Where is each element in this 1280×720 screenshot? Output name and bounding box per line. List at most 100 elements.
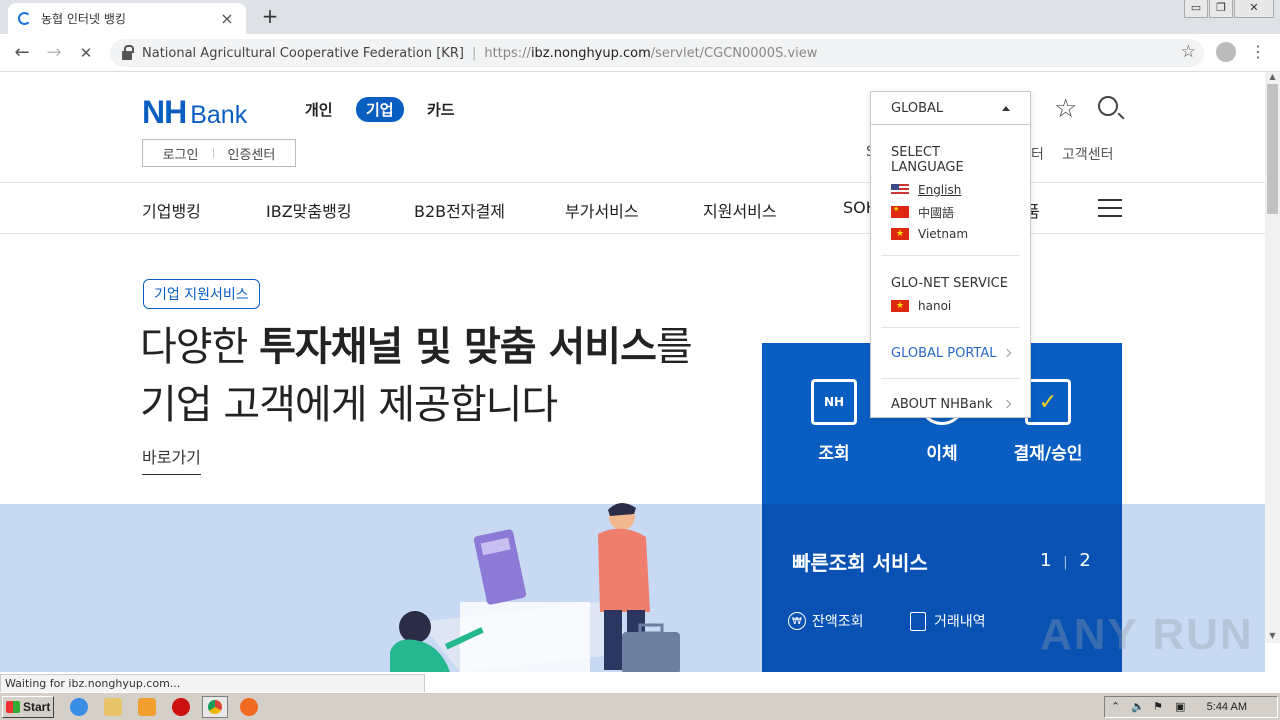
window-close-button[interactable]: ✕ (1234, 0, 1274, 18)
document-icon (910, 611, 926, 631)
hero-headline: 다양한 투자채널 및 맞춤 서비스를 기업 고객에게 제공합니다 (140, 318, 693, 434)
global-label: GLOBAL (891, 100, 944, 116)
browser-tab[interactable]: 농협 인터넷 뱅킹 × (8, 3, 246, 34)
address-bar[interactable]: National Agricultural Cooperative Federa… (110, 39, 1204, 67)
man-leg-left (604, 610, 622, 670)
transaction-history-link[interactable]: 거래내역 (910, 611, 986, 631)
man-shirt (598, 528, 650, 612)
vn-flag-icon (891, 228, 909, 240)
start-label: Start (23, 700, 51, 714)
global-portal-link[interactable]: GLOBAL PORTAL (871, 328, 1030, 378)
url-path: /servlet/CGCN0000S.view (650, 45, 818, 61)
global-nav: 기업뱅킹 IBZ맞춤뱅킹 B2B전자결제 부가서비스 지원서비스 SOH 품 (0, 182, 1265, 234)
window-restore-button[interactable]: ❐ (1209, 0, 1233, 18)
back-button[interactable]: ← (10, 41, 34, 65)
glonet-section: GLO-NET SERVICE hanoi (871, 276, 1030, 317)
start-button[interactable]: Start (2, 696, 54, 718)
network-icon[interactable]: ▣ (1175, 700, 1185, 713)
pager-current[interactable]: 1 (1040, 550, 1051, 571)
glonet-hanoi[interactable]: hanoi (891, 295, 1010, 317)
browser-toolbar: ← → ✕ National Agricultural Cooperative … (0, 34, 1280, 72)
stop-loading-button[interactable]: ✕ (74, 41, 98, 65)
shortcut-link[interactable]: 바로가기 (142, 444, 201, 475)
briefcase-icon (622, 632, 680, 672)
folder-icon[interactable] (104, 698, 122, 716)
cert-center-link[interactable]: 인증센터 (228, 144, 276, 163)
scroll-up-arrow-icon[interactable]: ▲ (1265, 72, 1280, 84)
chrome-taskbar-button[interactable] (202, 696, 228, 718)
nav-item-corporate-banking[interactable]: 기업뱅킹 (142, 198, 201, 222)
tray-expand-icon[interactable]: ⌃ (1111, 700, 1120, 713)
hero-line1-post: 를 (655, 324, 693, 370)
transaction-history-label: 거래내역 (934, 614, 986, 630)
favorites-star-icon[interactable]: ☆ (1054, 94, 1077, 124)
url-scheme: https:// (484, 45, 531, 61)
segment-business[interactable]: 기업 (356, 97, 404, 122)
quick-inquiry[interactable]: NH 조회 (794, 379, 874, 464)
clock[interactable]: 5:44 AM (1207, 701, 1247, 713)
segment-personal[interactable]: 개인 (295, 97, 343, 122)
nav-item-ibz-banking[interactable]: IBZ맞춤뱅킹 (266, 198, 352, 222)
language-vietnam-label: Vietnam (918, 227, 969, 241)
pager-next[interactable]: 2 (1079, 550, 1090, 571)
window-minimize-button[interactable]: ▭ (1184, 0, 1208, 18)
pager-divider: | (1063, 555, 1068, 570)
nh-bank-logo[interactable]: NH Bank (142, 94, 247, 131)
forward-button[interactable]: → (42, 41, 66, 65)
global-dropdown: GLOBAL SELECT LANGUAGE English 中國語 Vietn… (870, 91, 1031, 418)
chevron-right-icon (1002, 348, 1012, 358)
language-section: SELECT LANGUAGE English 中國語 Vietnam (871, 145, 1030, 245)
url-host: ibz.nonghyup.com (530, 45, 651, 61)
approval-icon: ✓ (1025, 379, 1071, 425)
firefox-icon[interactable] (240, 698, 258, 716)
nav-item-b2b-payment[interactable]: B2B전자결제 (414, 198, 505, 222)
scrollbar-thumb[interactable] (1267, 84, 1278, 214)
new-tab-button[interactable]: + (258, 5, 282, 29)
logo-nh-text: NH (142, 94, 187, 130)
browser-menu-icon[interactable]: ⋮ (1250, 42, 1266, 62)
page-scrollbar[interactable]: ▲ ▼ (1265, 72, 1280, 643)
customer-center-link[interactable]: 고객센터 (1062, 144, 1114, 164)
glonet-hanoi-label: hanoi (918, 299, 952, 313)
hero-line1-bold: 투자채널 및 맞춤 서비스 (259, 324, 657, 370)
language-english-label: English (918, 183, 962, 197)
hamburger-menu-icon[interactable] (1098, 199, 1122, 217)
media-player-icon[interactable] (138, 698, 156, 716)
glonet-title: GLO-NET SERVICE (891, 276, 1008, 291)
nav-item-extra-services[interactable]: 부가서비스 (565, 198, 639, 222)
windows-taskbar: Start ⌃ 🔈 ⚑ ▣ 5:44 AM (0, 692, 1280, 720)
web-page: NH Bank 개인 기업 카드 로그인 인증센터 S 터 고객센터 ☆ 기업뱅… (0, 72, 1265, 672)
balance-inquiry-link[interactable]: ₩ 잔액조회 (788, 611, 864, 631)
hero-badge: 기업 지원서비스 (143, 279, 260, 309)
language-vietnam[interactable]: Vietnam (891, 223, 1010, 245)
loading-spinner-icon (18, 12, 31, 25)
global-dropdown-toggle[interactable]: GLOBAL (871, 92, 1030, 125)
select-language-title: SELECT LANGUAGE (891, 145, 964, 175)
tab-close-icon[interactable]: × (218, 9, 236, 28)
bookmark-star-icon[interactable]: ☆ (1181, 42, 1196, 62)
opera-icon[interactable] (172, 698, 190, 716)
quick-transfer-label: 이체 (926, 444, 958, 464)
profile-avatar[interactable] (1216, 42, 1236, 62)
about-nhbank-link[interactable]: ABOUT NHBank (871, 379, 1030, 429)
flag-icon[interactable]: ⚑ (1153, 700, 1163, 713)
util-link-center[interactable]: 터 (1031, 144, 1044, 164)
cn-flag-icon (891, 205, 909, 218)
segment-card[interactable]: 카드 (417, 97, 465, 122)
balance-inquiry-label: 잔액조회 (812, 614, 864, 630)
ie-icon[interactable] (70, 698, 88, 716)
vn-flag-icon (891, 300, 909, 312)
nav-item-support-services[interactable]: 지원서비스 (703, 198, 777, 222)
search-icon[interactable] (1098, 96, 1118, 116)
language-english[interactable]: English (891, 179, 1010, 201)
system-tray: ⌃ 🔈 ⚑ ▣ 5:44 AM (1104, 696, 1278, 718)
language-chinese[interactable]: 中國語 (891, 201, 1010, 223)
volume-icon[interactable]: 🔈 (1131, 700, 1145, 713)
anyrun-watermark: ANY RUN (1040, 610, 1254, 659)
login-link[interactable]: 로그인 (163, 144, 199, 163)
woman-head (399, 611, 431, 643)
site-identity: National Agricultural Cooperative Federa… (142, 45, 464, 61)
status-bubble: Waiting for ibz.nonghyup.com... (0, 674, 425, 692)
scroll-down-arrow-icon[interactable]: ▼ (1265, 631, 1280, 643)
about-nhbank-label: ABOUT NHBank (891, 396, 993, 412)
